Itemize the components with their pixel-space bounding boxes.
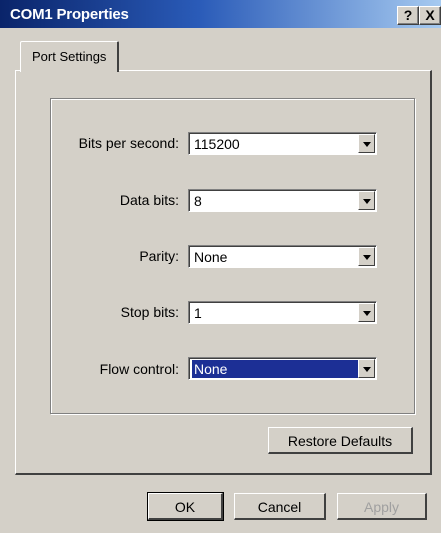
window-title: COM1 Properties (10, 6, 129, 23)
dropdown-arrow-icon[interactable] (358, 134, 375, 153)
data-bits-value: 8 (194, 193, 202, 209)
title-bar[interactable]: COM1 Properties ? X (0, 0, 441, 28)
properties-window: COM1 Properties ? X Port Settings Bits p… (0, 0, 441, 533)
flow-control-select[interactable]: None (188, 357, 377, 380)
ok-button[interactable]: OK (147, 492, 224, 521)
data-bits-label: Data bits: (119, 192, 179, 208)
tab-label: Port Settings (32, 49, 107, 64)
stop-bits-select[interactable]: 1 (188, 301, 377, 324)
restore-defaults-button[interactable]: Restore Defaults (268, 427, 413, 454)
dropdown-arrow-icon[interactable] (358, 247, 375, 266)
parity-select[interactable]: None (188, 245, 377, 268)
help-button[interactable]: ? (397, 6, 419, 25)
parity-value: None (194, 249, 228, 265)
bits-per-second-label: Bits per second: (78, 135, 179, 151)
stop-bits-label: Stop bits: (120, 304, 179, 320)
stop-bits-value: 1 (194, 305, 202, 321)
close-button[interactable]: X (419, 6, 441, 25)
dropdown-arrow-icon[interactable] (358, 359, 375, 378)
flow-control-label: Flow control: (99, 361, 179, 377)
parity-label: Parity: (139, 248, 179, 264)
tab-port-settings[interactable]: Port Settings (20, 41, 119, 72)
cancel-button[interactable]: Cancel (234, 493, 326, 520)
flow-control-value: None (192, 360, 359, 378)
dropdown-arrow-icon[interactable] (358, 303, 375, 322)
apply-button[interactable]: Apply (337, 493, 427, 520)
dropdown-arrow-icon[interactable] (358, 191, 375, 210)
bits-per-second-value: 115200 (194, 136, 240, 152)
data-bits-select[interactable]: 8 (188, 189, 377, 212)
bits-per-second-select[interactable]: 115200 (188, 132, 377, 155)
